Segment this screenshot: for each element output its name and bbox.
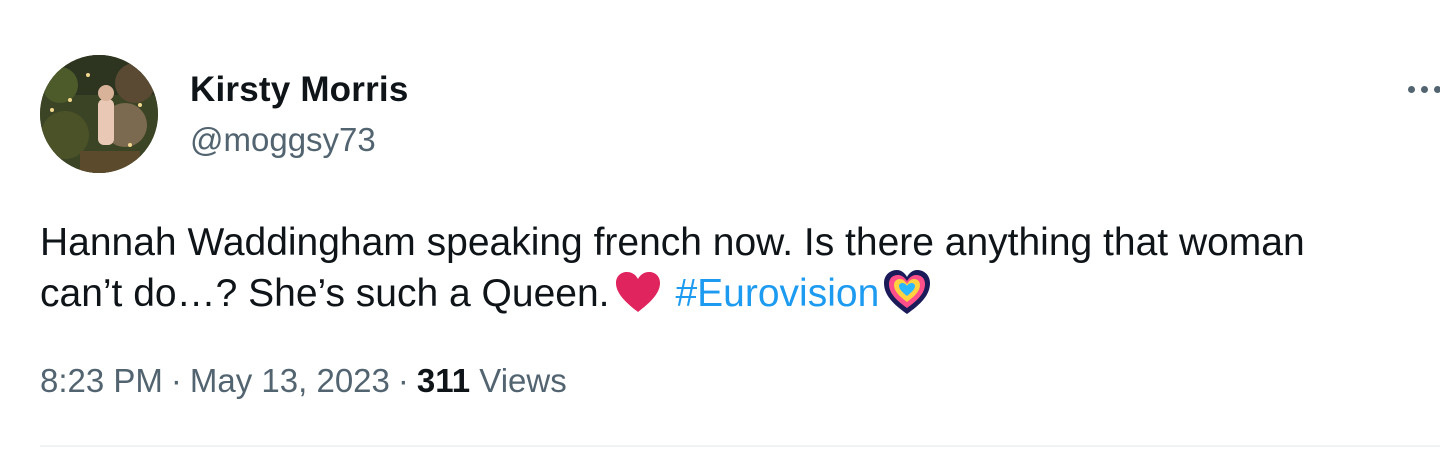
more-options-dot: [1434, 86, 1440, 93]
more-options-dot: [1421, 86, 1428, 93]
tweet-time[interactable]: 8:23 PM: [40, 362, 163, 399]
meta-separator: ·: [170, 362, 182, 399]
views-label: Views: [479, 362, 567, 399]
more-options-icon[interactable]: [1408, 86, 1440, 94]
author-name[interactable]: Kirsty Morris: [190, 70, 409, 110]
tweet-date[interactable]: May 13, 2023: [190, 362, 390, 399]
views-count[interactable]: 311: [417, 362, 470, 399]
tweet-meta: 8:23 PM · May 13, 2023 · 311 Views: [40, 362, 567, 400]
tweet-card: Kirsty Morris @moggsy73 Hannah Waddingha…: [0, 0, 1440, 475]
author-handle[interactable]: @moggsy73: [190, 121, 376, 159]
hashtag-link[interactable]: #Eurovision: [675, 272, 879, 315]
tweet-text-body: Hannah Waddingham speaking french now. I…: [40, 221, 1305, 315]
eurovision-hashflag-icon: [884, 270, 931, 314]
divider: [40, 445, 1440, 447]
meta-separator: ·: [397, 362, 409, 399]
red-heart-icon: [616, 272, 661, 312]
tweet-text: Hannah Waddingham speaking french now. I…: [40, 218, 1380, 319]
more-options-dot: [1408, 86, 1415, 93]
avatar[interactable]: [40, 55, 158, 173]
avatar-image: [40, 55, 158, 173]
